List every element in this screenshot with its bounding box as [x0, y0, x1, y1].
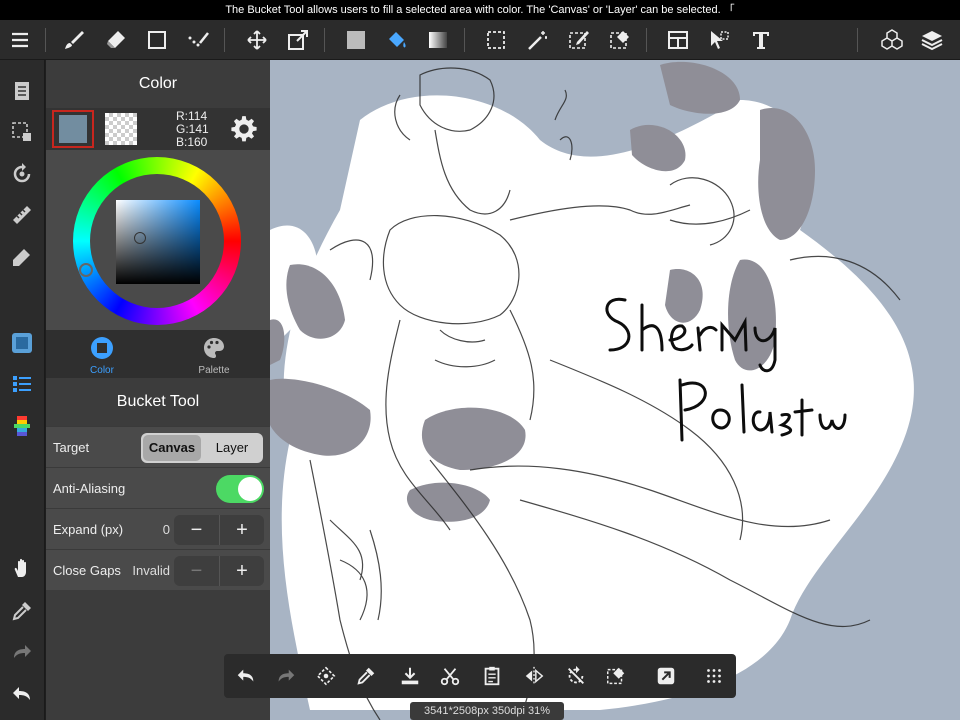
- target-segmented-control: Canvas Layer: [141, 433, 263, 463]
- current-color-fill: [59, 115, 87, 143]
- copy-paste-icon[interactable]: [476, 660, 508, 692]
- drawing-canvas[interactable]: [270, 60, 960, 720]
- toolbar-divider: [857, 28, 858, 52]
- brush-icon[interactable]: [58, 24, 90, 56]
- close-gaps-value: Invalid: [132, 563, 170, 578]
- redo-icon[interactable]: [270, 660, 302, 692]
- expand-minus-button[interactable]: −: [174, 515, 219, 545]
- palette-stack-icon[interactable]: [6, 410, 38, 442]
- toolbar-divider: [45, 28, 46, 52]
- ruler-icon[interactable]: [6, 199, 38, 231]
- anti-aliasing-label: Anti-Aliasing: [53, 481, 126, 496]
- close-gaps-stepper: − +: [174, 556, 264, 586]
- top-toolbar: [0, 20, 960, 60]
- close-gaps-label: Close Gaps: [53, 563, 121, 578]
- expand-plus-button[interactable]: +: [219, 515, 264, 545]
- eyedropper-icon[interactable]: [6, 595, 38, 627]
- layer-list-icon[interactable]: [6, 368, 38, 400]
- artwork: [270, 61, 914, 720]
- magic-wand-icon[interactable]: [522, 24, 554, 56]
- clear-selection-icon[interactable]: [600, 660, 632, 692]
- rotate-reset-icon[interactable]: [560, 660, 592, 692]
- current-color-swatch[interactable]: [52, 110, 94, 148]
- expand-value: 0: [162, 522, 170, 537]
- expand-stepper: − +: [174, 515, 264, 545]
- bottom-toolbar: [224, 654, 736, 698]
- close-gaps-minus-button[interactable]: −: [174, 556, 219, 586]
- transparent-color-swatch[interactable]: [105, 113, 137, 145]
- select-pen-icon[interactable]: [563, 24, 595, 56]
- expand-row: Expand (px) 0 − +: [46, 508, 270, 549]
- tab-color[interactable]: Color: [46, 330, 158, 378]
- toolbar-divider: [464, 28, 465, 52]
- select-rect-icon[interactable]: [480, 24, 512, 56]
- undo-icon[interactable]: [230, 660, 262, 692]
- toggle-knob: [238, 477, 262, 501]
- gradient-icon[interactable]: [422, 24, 454, 56]
- 3d-model-icon[interactable]: [876, 24, 908, 56]
- flip-horizontal-icon[interactable]: [518, 660, 550, 692]
- color-swatch-row: R:114 G:141 B:160: [46, 108, 270, 150]
- app-window: The Bucket Tool allows users to fill a s…: [0, 0, 960, 720]
- toolbar-divider: [224, 28, 225, 52]
- tab-palette[interactable]: Palette: [158, 330, 270, 378]
- color-panel-icon[interactable]: [6, 327, 38, 359]
- transform-select-icon[interactable]: [310, 660, 342, 692]
- save-download-icon[interactable]: [394, 660, 426, 692]
- sv-cursor[interactable]: [134, 232, 146, 244]
- share-icon[interactable]: [650, 660, 682, 692]
- color-tabs: Color Palette: [46, 330, 270, 378]
- palette-icon: [204, 338, 224, 358]
- close-gaps-plus-button[interactable]: +: [219, 556, 264, 586]
- rect-shape-icon[interactable]: [141, 24, 173, 56]
- more-grid-icon[interactable]: [698, 660, 730, 692]
- canvas-status-readout: 3541*2508px 350dpi 31%: [410, 702, 564, 720]
- toolbar-divider: [324, 28, 325, 52]
- pen-settings-icon[interactable]: [6, 241, 38, 273]
- select-layer-icon[interactable]: [703, 24, 735, 56]
- color-wheel-area: [46, 150, 270, 330]
- square-circle-icon: [91, 337, 113, 359]
- close-gaps-row: Close Gaps Invalid − +: [46, 549, 270, 590]
- side-panel: Color R:114 G:141 B:160 Color Palette Bu…: [46, 60, 270, 720]
- anti-aliasing-toggle[interactable]: [216, 475, 264, 503]
- target-row: Target Canvas Layer: [46, 426, 270, 467]
- eyedropper-icon[interactable]: [350, 660, 382, 692]
- target-label: Target: [53, 440, 90, 455]
- hue-cursor[interactable]: [79, 263, 93, 277]
- bucket-icon[interactable]: [381, 24, 413, 56]
- undo-icon[interactable]: [6, 678, 38, 710]
- anti-aliasing-row: Anti-Aliasing: [46, 467, 270, 508]
- redo-icon[interactable]: [6, 636, 38, 668]
- hand-icon[interactable]: [6, 553, 38, 585]
- target-canvas-option[interactable]: Canvas: [143, 435, 201, 461]
- gear-icon[interactable]: [230, 115, 258, 143]
- hint-bar: The Bucket Tool allows users to fill a s…: [0, 0, 960, 20]
- bucket-tool-title: Bucket Tool: [46, 378, 270, 426]
- layers-icon[interactable]: [916, 24, 948, 56]
- pages-icon[interactable]: [6, 75, 38, 107]
- rotate-icon[interactable]: [6, 158, 38, 190]
- color-panel-title: Color: [46, 60, 270, 108]
- tab-color-label: Color: [90, 365, 114, 376]
- expand-label: Expand (px): [53, 522, 124, 537]
- dotted-pen-icon[interactable]: [182, 24, 214, 56]
- tab-palette-label: Palette: [198, 365, 230, 376]
- text-icon[interactable]: [745, 24, 777, 56]
- toolbar-divider: [646, 28, 647, 52]
- cut-icon[interactable]: [434, 660, 466, 692]
- rgb-readout: R:114 G:141 B:160: [176, 110, 209, 149]
- target-layer-option[interactable]: Layer: [203, 435, 261, 461]
- fill-color-icon[interactable]: [340, 24, 372, 56]
- left-tool-strip: [0, 60, 45, 720]
- selection-icon[interactable]: [6, 116, 38, 148]
- select-eraser-icon[interactable]: [604, 24, 636, 56]
- saturation-value-square[interactable]: [116, 200, 200, 284]
- eraser-icon[interactable]: [100, 24, 132, 56]
- frame-icon[interactable]: [662, 24, 694, 56]
- transform-icon[interactable]: [282, 24, 314, 56]
- move-icon[interactable]: [241, 24, 273, 56]
- rgb-b: B:160: [176, 135, 208, 149]
- menu-icon[interactable]: [4, 24, 36, 56]
